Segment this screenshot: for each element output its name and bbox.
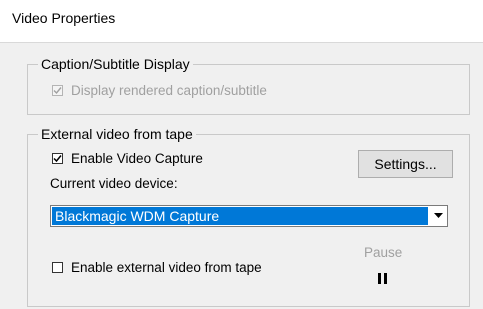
dialog-title-bar: Video Properties bbox=[0, 0, 483, 34]
enable-external-video-label: Enable external video from tape bbox=[71, 260, 262, 275]
checkbox-check-icon bbox=[52, 153, 63, 164]
checkbox-check-icon bbox=[52, 85, 63, 96]
chevron-down-icon[interactable] bbox=[430, 207, 446, 225]
current-video-device-label: Current video device: bbox=[50, 176, 178, 191]
video-device-value: Blackmagic WDM Capture bbox=[52, 207, 428, 225]
pause-label: Pause bbox=[364, 245, 403, 260]
enable-video-capture-label: Enable Video Capture bbox=[71, 151, 203, 166]
enable-external-video-checkbox[interactable]: Enable external video from tape bbox=[52, 260, 262, 275]
display-rendered-label: Display rendered caption/subtitle bbox=[71, 83, 267, 98]
caption-subtitle-group: Caption/Subtitle Display Display rendere… bbox=[27, 56, 470, 115]
external-video-legend: External video from tape bbox=[38, 126, 196, 142]
enable-video-capture-checkbox[interactable]: Enable Video Capture bbox=[52, 151, 203, 166]
checkbox-empty-icon bbox=[52, 262, 63, 273]
dialog-title: Video Properties bbox=[12, 10, 116, 26]
settings-button[interactable]: Settings... bbox=[358, 150, 453, 178]
caption-subtitle-legend: Caption/Subtitle Display bbox=[38, 56, 193, 72]
video-device-select[interactable]: Blackmagic WDM Capture bbox=[50, 205, 448, 227]
display-rendered-checkbox: Display rendered caption/subtitle bbox=[52, 83, 267, 98]
external-video-group: External video from tape Enable Video Ca… bbox=[27, 126, 470, 307]
pause-icon[interactable] bbox=[378, 273, 387, 284]
dialog-panel: Caption/Subtitle Display Display rendere… bbox=[0, 43, 483, 309]
